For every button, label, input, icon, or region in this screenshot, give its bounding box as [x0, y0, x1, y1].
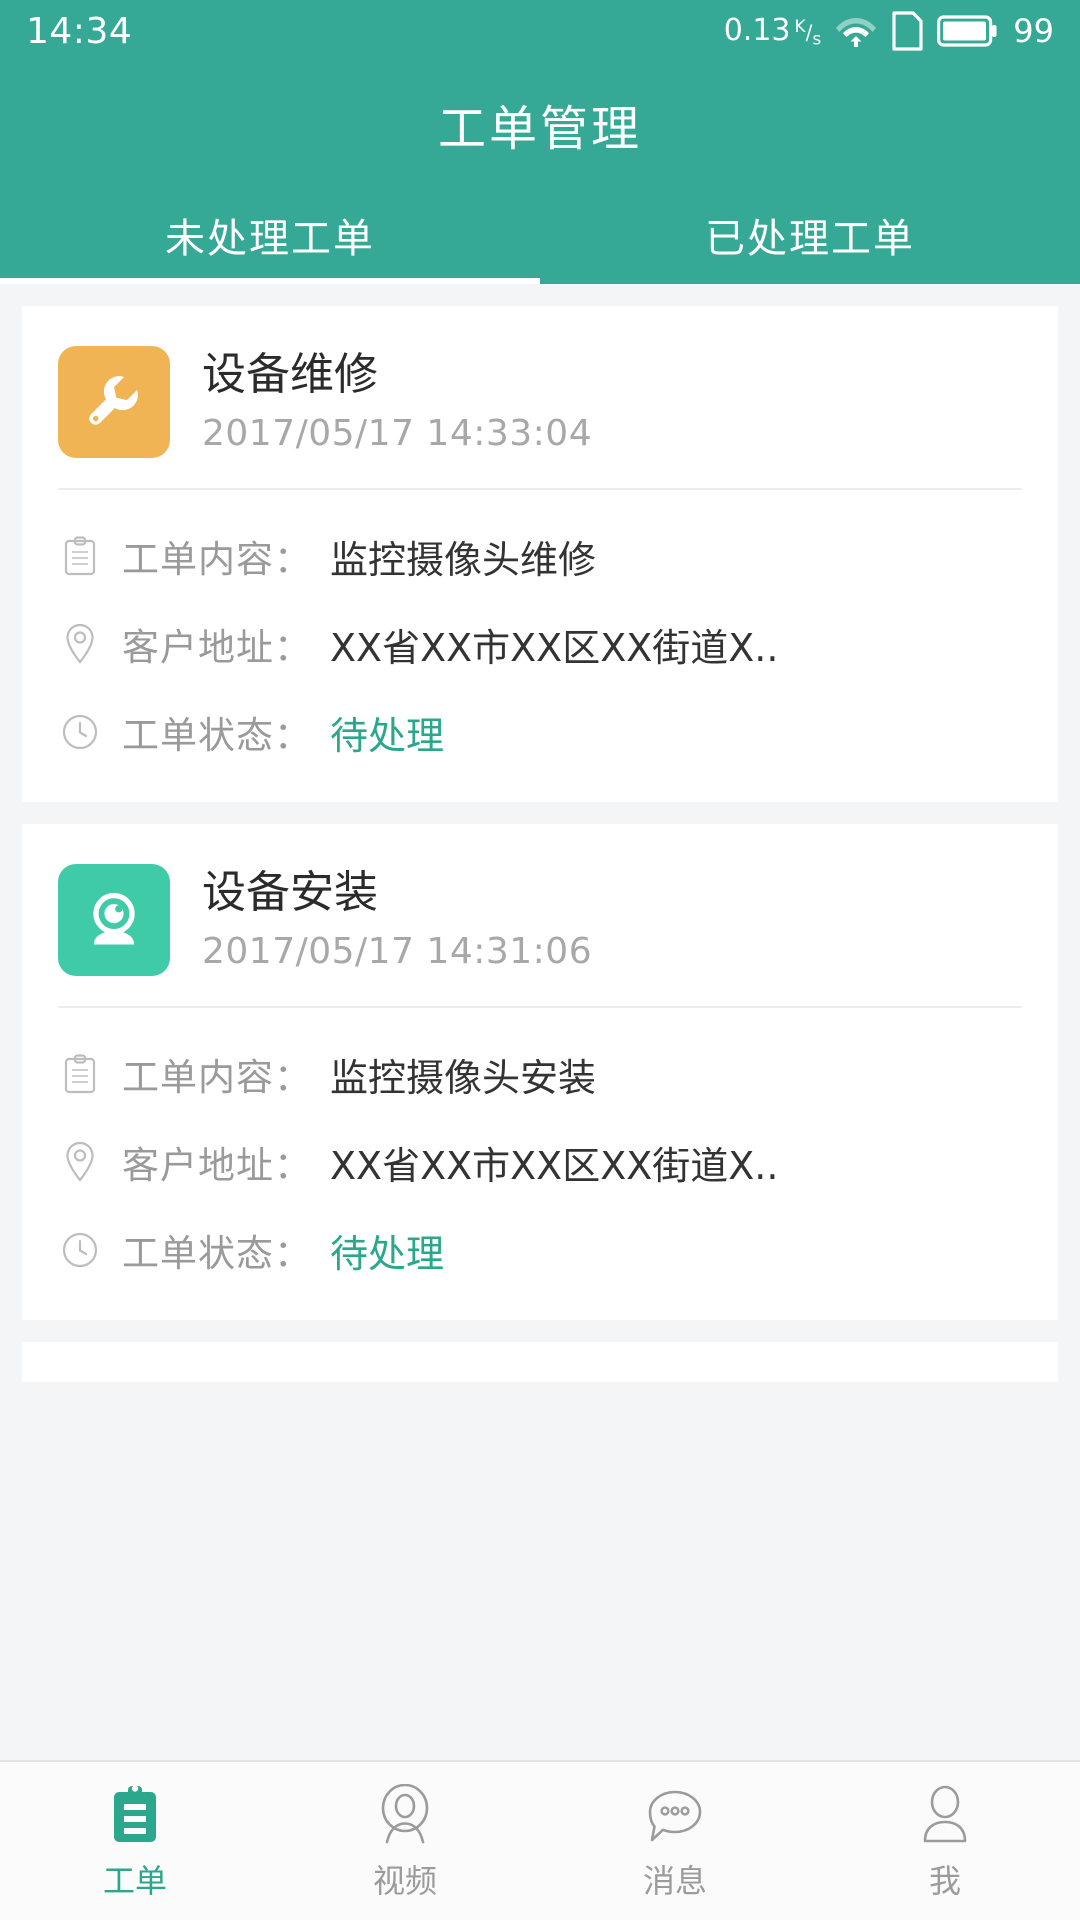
- row-address-value: XX省XX市XX区XX街道X..: [330, 625, 779, 670]
- nav-item-video[interactable]: 视频: [270, 1762, 540, 1920]
- bottom-navigation: 工单 视频 消息 我: [0, 1760, 1080, 1920]
- wrench-icon: [58, 346, 170, 458]
- card-detail-rows: 工单内容： 监控摄像头安装 客户地址： XX省XX市XX区XX街道X.. 工单状…: [22, 1008, 1058, 1294]
- clock-icon: [58, 1231, 102, 1269]
- location-pin-icon: [58, 623, 102, 665]
- nav-item-messages-label: 消息: [642, 1862, 707, 1900]
- row-status-label: 工单状态：: [122, 714, 312, 757]
- tab-unprocessed-label: 未处理工单: [165, 216, 375, 262]
- sim-card-icon: [891, 11, 923, 51]
- card-header-text: 设备维修 2017/05/17 14:33:04: [202, 350, 592, 454]
- tab-processed-label: 已处理工单: [705, 216, 915, 262]
- card-header: 设备维修 2017/05/17 14:33:04: [22, 306, 1058, 488]
- row-content-label: 工单内容：: [122, 1056, 312, 1099]
- nav-item-work-orders-label: 工单: [102, 1862, 167, 1900]
- network-speed-indicator: 0.13 K/s: [724, 13, 822, 49]
- wifi-icon: [835, 14, 877, 48]
- person-icon: [917, 1780, 973, 1846]
- network-speed-unit-numerator: K: [794, 17, 806, 38]
- clipboard-icon: [58, 536, 102, 576]
- row-address: 客户地址： XX省XX市XX区XX街道X..: [58, 600, 1022, 688]
- video-person-icon: [375, 1780, 435, 1846]
- row-address: 客户地址： XX省XX市XX区XX街道X..: [58, 1118, 1022, 1206]
- battery-icon: [937, 14, 997, 48]
- card-date: 2017/05/17 14:33:04: [202, 412, 593, 454]
- nav-item-profile[interactable]: 我: [810, 1762, 1080, 1920]
- app-header: 工单管理: [0, 62, 1080, 186]
- network-speed-value: 0.13: [723, 13, 791, 48]
- nav-item-messages[interactable]: 消息: [540, 1762, 810, 1920]
- status-time: 14:34: [26, 10, 133, 52]
- row-content: 工单内容： 监控摄像头安装: [58, 1030, 1022, 1118]
- row-status: 工单状态： 待处理: [58, 688, 1022, 776]
- clipboard-icon: [109, 1780, 161, 1846]
- work-order-card-partial[interactable]: [22, 1342, 1058, 1382]
- work-order-list[interactable]: 设备维修 2017/05/17 14:33:04 工单内容： 监控摄像头维修 客…: [0, 284, 1080, 1762]
- location-pin-icon: [58, 1141, 102, 1183]
- card-title: 设备安装: [202, 867, 378, 919]
- tab-unprocessed[interactable]: 未处理工单: [0, 186, 540, 284]
- tab-bar: 未处理工单 已处理工单: [0, 186, 1080, 284]
- nav-item-video-label: 视频: [372, 1862, 437, 1900]
- card-title: 设备维修: [202, 349, 378, 401]
- tab-processed[interactable]: 已处理工单: [540, 186, 1080, 284]
- work-order-card[interactable]: 设备维修 2017/05/17 14:33:04 工单内容： 监控摄像头维修 客…: [22, 306, 1058, 802]
- message-bubble-icon: [645, 1780, 705, 1846]
- row-content: 工单内容： 监控摄像头维修: [58, 512, 1022, 600]
- row-status-label: 工单状态：: [122, 1232, 312, 1275]
- row-address-value: XX省XX市XX区XX街道X..: [330, 1143, 779, 1188]
- card-date: 2017/05/17 14:31:06: [202, 930, 593, 972]
- card-header-text: 设备安装 2017/05/17 14:31:06: [202, 868, 592, 972]
- row-address-label: 客户地址：: [122, 1144, 312, 1187]
- status-badge: 待处理: [330, 713, 445, 758]
- clock-icon: [58, 713, 102, 751]
- row-address-label: 客户地址：: [122, 626, 312, 669]
- network-speed-unit-denominator: s: [812, 30, 822, 50]
- row-content-value: 监控摄像头安装: [330, 1055, 597, 1100]
- row-status: 工单状态： 待处理: [58, 1206, 1022, 1294]
- work-order-card[interactable]: 设备安装 2017/05/17 14:31:06 工单内容： 监控摄像头安装 客…: [22, 824, 1058, 1320]
- row-content-label: 工单内容：: [122, 538, 312, 581]
- status-badge: 待处理: [330, 1231, 445, 1276]
- card-detail-rows: 工单内容： 监控摄像头维修 客户地址： XX省XX市XX区XX街道X.. 工单状…: [22, 490, 1058, 776]
- network-speed-unit: K/s: [794, 17, 822, 50]
- status-bar-icons: 0.13 K/s 99: [724, 11, 1054, 51]
- clipboard-icon: [58, 1054, 102, 1094]
- camera-icon: [58, 864, 170, 976]
- nav-item-profile-label: 我: [928, 1862, 961, 1900]
- row-content-value: 监控摄像头维修: [330, 537, 597, 582]
- page-title: 工单管理: [437, 101, 642, 157]
- status-bar: 14:34 0.13 K/s 99: [0, 0, 1080, 62]
- card-header: 设备安装 2017/05/17 14:31:06: [22, 824, 1058, 1006]
- battery-percent: 99: [1013, 12, 1054, 50]
- nav-item-work-orders[interactable]: 工单: [0, 1762, 270, 1920]
